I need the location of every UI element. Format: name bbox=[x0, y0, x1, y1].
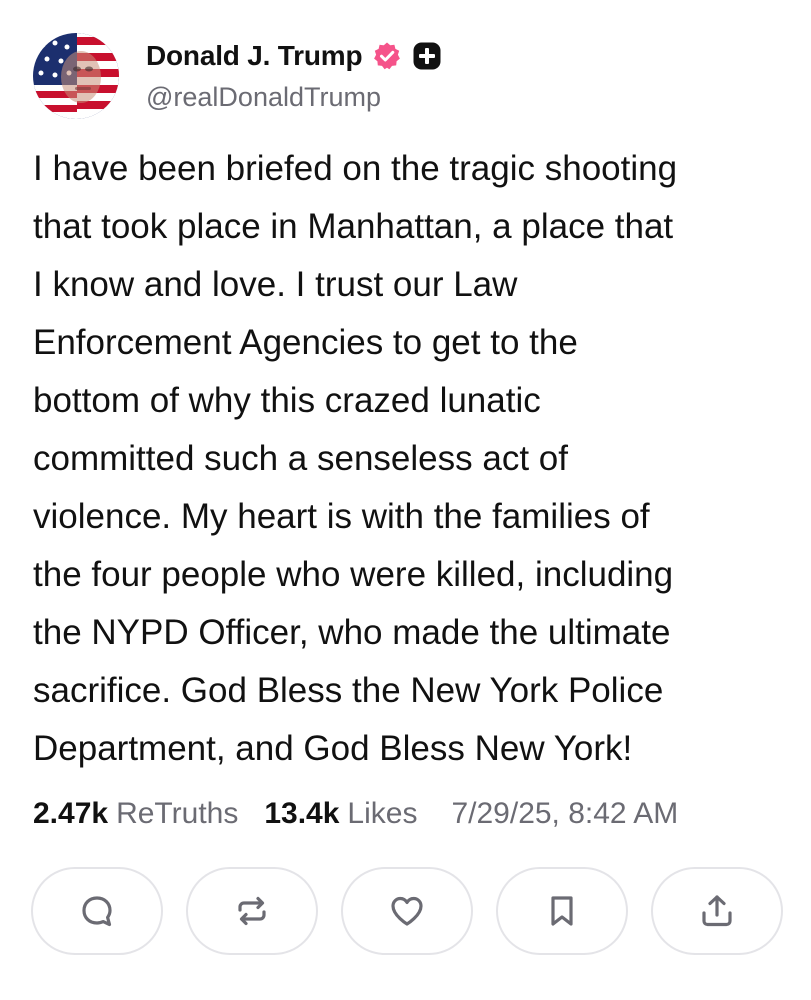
bookmark-icon bbox=[551, 896, 573, 926]
share-icon bbox=[702, 895, 732, 927]
post-actions bbox=[31, 867, 783, 959]
repost-icon bbox=[238, 896, 266, 926]
bookmark-button[interactable] bbox=[496, 867, 628, 955]
display-name[interactable]: Donald J. Trump bbox=[146, 40, 363, 72]
author-handle[interactable]: @realDonaldTrump bbox=[146, 82, 381, 113]
verified-badge-icon bbox=[374, 42, 401, 70]
likes-label[interactable]: Likes bbox=[347, 797, 417, 831]
avatar-image bbox=[33, 33, 119, 119]
author-row: Donald J. Trump bbox=[146, 36, 442, 76]
heart-icon bbox=[391, 896, 423, 926]
retruth-button[interactable] bbox=[186, 867, 318, 955]
share-button[interactable] bbox=[651, 867, 783, 955]
retruths-count[interactable]: 2.47k bbox=[33, 797, 108, 831]
post-stats: 2.47k ReTruths 13.4k Likes 7/29/25, 8:42… bbox=[33, 792, 793, 836]
avatar[interactable] bbox=[33, 33, 119, 119]
comment-icon bbox=[82, 896, 112, 927]
post-timestamp: 7/29/25, 8:42 AM bbox=[451, 797, 679, 830]
plus-badge-icon bbox=[413, 42, 441, 70]
post-text: I have been briefed on the tragic shooti… bbox=[33, 149, 678, 768]
reply-button[interactable] bbox=[31, 867, 163, 955]
likes-count[interactable]: 13.4k bbox=[264, 797, 339, 831]
truth-post: Donald J. Trump @realDonaldTrump I have … bbox=[0, 0, 811, 1000]
like-button[interactable] bbox=[341, 867, 473, 955]
retruths-label[interactable]: ReTruths bbox=[116, 797, 238, 831]
